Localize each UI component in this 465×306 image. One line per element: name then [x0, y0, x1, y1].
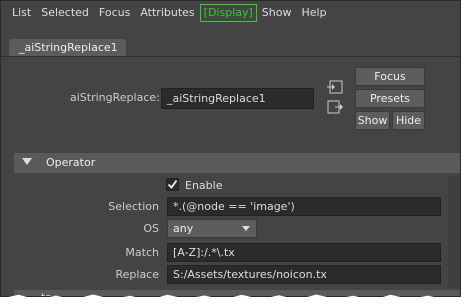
enable-checkbox[interactable] — [166, 178, 179, 191]
replace-label: Replace — [115, 268, 159, 281]
menu-selected[interactable]: Selected — [36, 5, 94, 21]
node-name-label: aiStringReplace: — [70, 91, 160, 104]
show-button[interactable]: Show — [355, 111, 390, 130]
menu-show[interactable]: Show — [257, 5, 297, 21]
enable-label: Enable — [185, 179, 223, 192]
replace-field[interactable]: S:/Assets/textures/noicon.tx — [167, 265, 441, 284]
os-dropdown-value: any — [173, 222, 194, 235]
checkmark-icon — [167, 179, 178, 189]
menu-attributes[interactable]: Attributes — [135, 5, 199, 21]
selection-label: Selection — [108, 200, 159, 213]
presets-button[interactable]: Presets — [355, 89, 425, 108]
os-dropdown[interactable]: any — [167, 219, 257, 238]
match-field[interactable]: [A-Z]:/.*\.tx — [167, 243, 441, 262]
chevron-down-icon — [242, 226, 250, 231]
input-connection-icon[interactable] — [327, 80, 343, 94]
tab-divider — [1, 56, 460, 57]
operator-section-title: Operator — [46, 156, 96, 169]
next-section-title: ts — [41, 291, 51, 296]
menu-help[interactable]: Help — [296, 5, 331, 21]
match-label: Match — [125, 246, 159, 259]
output-connection-icon[interactable] — [327, 100, 343, 114]
focus-button[interactable]: Focus — [355, 67, 425, 86]
scrollbar[interactable] — [448, 177, 460, 287]
menu-display-label: Display — [207, 6, 249, 19]
attribute-editor-window: List Selected Focus Attributes [Display]… — [0, 0, 461, 297]
operator-section-header[interactable]: Operator — [14, 153, 460, 173]
node-name-field[interactable]: _aiStringReplace1 — [161, 88, 314, 109]
hide-button[interactable]: Hide — [392, 111, 425, 130]
menu-bar: List Selected Focus Attributes [Display]… — [1, 1, 460, 25]
collapse-arrow-icon — [22, 158, 32, 165]
menu-display[interactable]: [Display] — [199, 4, 257, 22]
menu-list[interactable]: List — [7, 5, 36, 21]
os-label: OS — [143, 222, 159, 235]
selection-field[interactable]: *.(@node == 'image') — [167, 197, 441, 216]
tab-node[interactable]: _aiStringReplace1 — [9, 39, 126, 56]
menu-focus[interactable]: Focus — [94, 5, 135, 21]
